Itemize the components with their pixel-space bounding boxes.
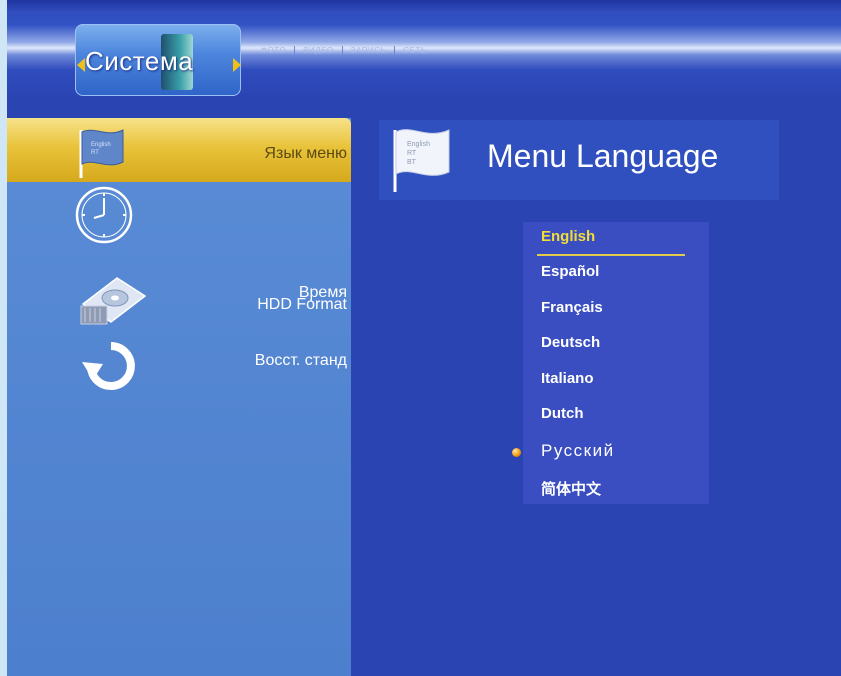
section-title: Система xyxy=(85,46,194,76)
language-option-spanish[interactable]: Español xyxy=(541,263,599,280)
language-option-russian[interactable]: Русский xyxy=(541,441,615,461)
svg-text:RT: RT xyxy=(407,150,417,157)
arrow-left-icon[interactable] xyxy=(77,58,85,72)
menu-item-label: HDD Format xyxy=(257,296,347,313)
tab-photo[interactable]: ФОТО xyxy=(253,46,296,55)
settings-menu: English RT Язык меню Время HDD Format Во… xyxy=(7,118,351,676)
language-option-english[interactable]: English xyxy=(541,228,595,245)
menu-item-language[interactable]: English RT Язык меню xyxy=(7,118,351,182)
restore-icon xyxy=(82,342,135,390)
tab-network[interactable]: СЕТЬ xyxy=(395,46,434,55)
flag-icon: English RT xyxy=(79,129,124,178)
clock-icon xyxy=(75,186,133,244)
current-language-bullet-icon xyxy=(512,448,521,457)
language-option-dutch[interactable]: Dutch xyxy=(541,405,584,422)
tab-record[interactable]: ЗАПИСЬ xyxy=(343,46,396,55)
language-option-french[interactable]: Français xyxy=(541,299,603,316)
tv-screen: Система ФОТО ВИДЕО ЗАПИСЬ СЕТЬ English R… xyxy=(7,0,841,676)
svg-text:English: English xyxy=(407,141,430,148)
content-title: Menu Language xyxy=(487,138,719,174)
menu-item-time[interactable]: Время xyxy=(7,182,351,301)
menu-item-restore-defaults[interactable]: Восст. станд xyxy=(7,332,351,396)
menu-item-label: Восст. станд xyxy=(254,352,347,369)
arrow-right-icon[interactable] xyxy=(233,58,241,72)
hard-drive-icon xyxy=(80,277,147,325)
language-option-chinese[interactable]: 简体中文 xyxy=(541,478,601,499)
section-title-tab[interactable]: Система xyxy=(75,24,241,96)
menu-item-label: Язык меню xyxy=(264,145,347,162)
svg-text:BT: BT xyxy=(407,159,417,166)
flag-icon: English RT BT xyxy=(393,129,450,192)
svg-text:English: English xyxy=(91,142,111,148)
section-tabs: ФОТО ВИДЕО ЗАПИСЬ СЕТЬ xyxy=(253,46,434,55)
tab-video[interactable]: ВИДЕО xyxy=(295,46,343,55)
svg-text:RT: RT xyxy=(91,150,99,156)
header-bar: Система ФОТО ВИДЕО ЗАПИСЬ СЕТЬ xyxy=(7,0,841,100)
language-option-german[interactable]: Deutsch xyxy=(541,334,600,351)
selection-underline xyxy=(537,254,685,256)
menu-item-hdd-format[interactable]: HDD Format xyxy=(7,268,351,332)
header-top-band xyxy=(7,0,841,14)
language-option-italian[interactable]: Italiano xyxy=(541,370,594,387)
